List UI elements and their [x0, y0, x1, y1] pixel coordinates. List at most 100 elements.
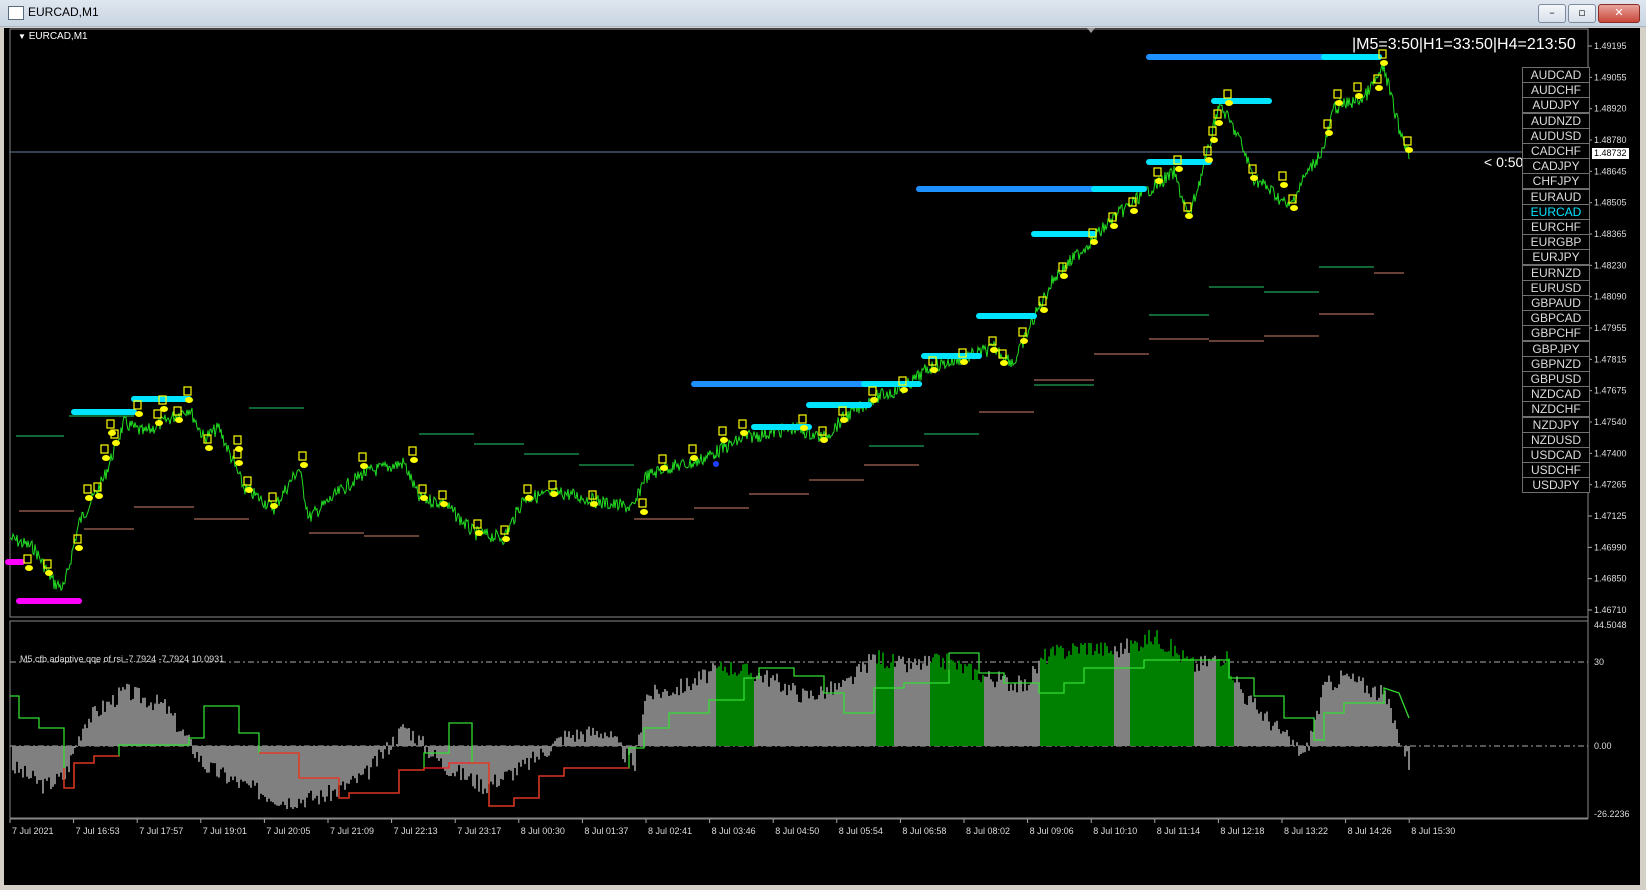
- chart-menu-triangle-icon[interactable]: ▼: [18, 32, 26, 41]
- histogram-bar: [354, 746, 356, 779]
- histogram-bar: [508, 746, 510, 770]
- histogram-bar: [1068, 650, 1070, 746]
- histogram-bar: [332, 746, 334, 791]
- symbol-button-usdjpy[interactable]: USDJPY: [1522, 477, 1590, 494]
- histogram-bar: [822, 690, 824, 746]
- histogram-bar: [1276, 720, 1278, 746]
- histogram-bar: [910, 668, 912, 746]
- chart-symbol-label[interactable]: ▼ EURCAD,M1: [18, 31, 88, 42]
- histogram-bar: [100, 714, 102, 746]
- minimize-button[interactable]: –: [1538, 4, 1566, 23]
- histogram-bar: [1290, 744, 1292, 746]
- price-chart[interactable]: 1.49195 1.49055 1.48920 1.48780 1.48645 1.485…: [4, 28, 1640, 885]
- histogram-bar: [504, 746, 506, 772]
- symbol-button-nzdjpy[interactable]: NZDJPY: [1522, 416, 1590, 433]
- histogram-bar: [1318, 714, 1320, 746]
- histogram-bar: [1254, 698, 1256, 746]
- histogram-bar: [1248, 696, 1250, 746]
- histogram-bar: [218, 746, 220, 778]
- symbol-button-nzdusd[interactable]: NZDUSD: [1522, 431, 1590, 448]
- histogram-bar: [860, 671, 862, 746]
- symbol-button-gbpnzd[interactable]: GBPNZD: [1522, 355, 1590, 372]
- symbol-button-eurusd[interactable]: EURUSD: [1522, 279, 1590, 296]
- histogram-bar: [1084, 643, 1086, 746]
- histogram-bar: [28, 746, 30, 779]
- histogram-bar: [882, 652, 884, 746]
- histogram-bar: [728, 675, 730, 746]
- histogram-bar: [400, 726, 402, 746]
- histogram-bar: [592, 727, 594, 746]
- symbol-button-gbpaud[interactable]: GBPAUD: [1522, 295, 1590, 311]
- symbol-button-audchf[interactable]: AUDCHF: [1522, 82, 1590, 99]
- time-tick-label: 8 Jul 06:58: [902, 826, 946, 836]
- histogram-bar: [818, 695, 820, 746]
- close-button[interactable]: ✕: [1598, 4, 1640, 23]
- histogram-bar: [240, 746, 242, 780]
- histogram-bar: [772, 675, 774, 746]
- histogram-bar: [40, 746, 42, 781]
- symbol-button-eurcad[interactable]: EURCAD: [1522, 203, 1590, 220]
- histogram-bar: [70, 746, 72, 756]
- symbol-button-gbpcad[interactable]: GBPCAD: [1522, 310, 1590, 327]
- symbol-button-euraud[interactable]: EURAUD: [1522, 188, 1590, 205]
- symbol-button-gbpusd[interactable]: GBPUSD: [1522, 371, 1590, 387]
- histogram-bar: [734, 672, 736, 746]
- histogram-bar: [374, 746, 376, 756]
- histogram-bar: [358, 746, 360, 774]
- symbol-button-eurchf[interactable]: EURCHF: [1522, 219, 1590, 235]
- symbol-button-nzdchf[interactable]: NZDCHF: [1522, 401, 1590, 418]
- histogram-bar: [1304, 746, 1306, 753]
- signal-marker: [360, 463, 368, 469]
- symbol-button-cadchf[interactable]: CADCHF: [1522, 143, 1590, 159]
- chart-area[interactable]: 1.49195 1.49055 1.48920 1.48780 1.48645 1.485…: [4, 28, 1640, 885]
- histogram-bar: [474, 746, 476, 789]
- signal-box-marker: [23, 554, 32, 564]
- symbol-button-gbpjpy[interactable]: GBPJPY: [1522, 340, 1590, 357]
- histogram-bar: [168, 706, 170, 746]
- symbol-button-eurgbp[interactable]: EURGBP: [1522, 234, 1590, 251]
- symbol-button-chfjpy[interactable]: CHFJPY: [1522, 173, 1590, 190]
- histogram-bar: [442, 746, 444, 768]
- symbol-button-eurnzd[interactable]: EURNZD: [1522, 264, 1590, 281]
- terminal-window: EURCAD,M1 – ▫ ✕ 1.49195 1.49055 1.48920 1.4…: [0, 0, 1646, 890]
- histogram-bar: [454, 746, 456, 777]
- histogram-bar: [812, 695, 814, 746]
- symbol-button-nzdcad[interactable]: NZDCAD: [1522, 386, 1590, 403]
- histogram-bar: [46, 746, 48, 781]
- histogram-bar: [36, 746, 38, 784]
- indicator-tick-label: -26.2236: [1594, 809, 1630, 819]
- signal-box-marker: [233, 435, 242, 445]
- symbol-button-usdcad[interactable]: USDCAD: [1522, 447, 1590, 463]
- symbol-button-audusd[interactable]: AUDUSD: [1522, 127, 1590, 144]
- histogram-bar: [962, 673, 964, 746]
- histogram-bar: [482, 746, 484, 794]
- histogram-bar: [340, 746, 342, 786]
- symbol-button-eurjpy[interactable]: EURJPY: [1522, 249, 1590, 266]
- histogram-bar: [1018, 675, 1020, 746]
- maximize-button[interactable]: ▫: [1568, 4, 1596, 23]
- histogram-bar: [1266, 711, 1268, 746]
- symbol-button-audnzd[interactable]: AUDNZD: [1522, 112, 1590, 129]
- signal-box-marker: [153, 409, 162, 419]
- histogram-bar: [884, 668, 886, 746]
- histogram-bar: [308, 746, 310, 794]
- symbol-button-audjpy[interactable]: AUDJPY: [1522, 97, 1590, 114]
- symbol-button-gbpchf[interactable]: GBPCHF: [1522, 325, 1590, 342]
- histogram-bar: [142, 697, 144, 746]
- histogram-bar: [126, 683, 128, 746]
- symbol-button-usdchf[interactable]: USDCHF: [1522, 462, 1590, 479]
- histogram-bar: [698, 671, 700, 746]
- histogram-bar: [674, 694, 676, 746]
- histogram-bar: [1216, 660, 1218, 746]
- signal-box-marker: [183, 386, 192, 396]
- symbol-button-audcad[interactable]: AUDCAD: [1522, 67, 1590, 83]
- histogram-bar: [1150, 641, 1152, 746]
- histogram-bar: [238, 746, 240, 788]
- symbol-button-cadjpy[interactable]: CADJPY: [1522, 158, 1590, 175]
- histogram-bar: [958, 660, 960, 746]
- histogram-bar: [390, 746, 392, 750]
- histogram-bar: [248, 746, 250, 786]
- histogram-bar: [854, 677, 856, 746]
- histogram-bar: [704, 669, 706, 746]
- histogram-bar: [318, 746, 320, 805]
